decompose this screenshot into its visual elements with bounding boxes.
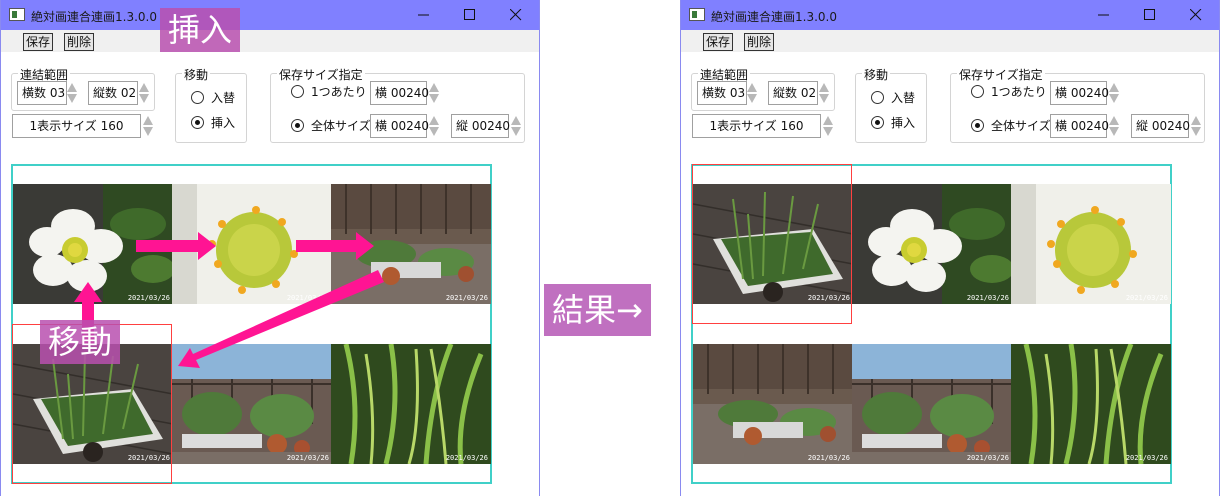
photo-cell-flower-macro[interactable]: 2021/03/26: [1011, 184, 1171, 304]
photo-thumbnail: [852, 344, 1012, 464]
horizontal-count-input[interactable]: 横数 03: [697, 81, 747, 105]
display-size-input[interactable]: 1表示サイズ 160: [692, 114, 821, 138]
vertical-count-input[interactable]: 縦数 02: [768, 81, 818, 105]
window-after: 絶対画連合連画1.3.0.0 保存 削除 連結範囲 横数 03 縦数 02 1表…: [680, 0, 1220, 496]
save-size-group-legend: 保存サイズ指定: [957, 66, 1045, 83]
photo-date-stamp: 2021/03/26: [1125, 294, 1168, 302]
overall-height-input[interactable]: 縦 00240: [1131, 114, 1190, 138]
app-icon: [689, 8, 705, 21]
right-arrow-icon: [136, 232, 216, 260]
overall-radio-label: 全体サイズ: [991, 119, 1051, 133]
photo-thumbnail: [1011, 184, 1171, 304]
delete-button[interactable]: 削除: [744, 33, 775, 51]
insert-annotation-label: 挿入: [160, 8, 241, 52]
move-annotation-label: 移動: [40, 320, 121, 364]
selected-cell-frame: [692, 164, 852, 324]
minimize-icon: [1098, 14, 1109, 16]
overall-width-input[interactable]: 横 00240: [1050, 114, 1109, 138]
swap-radio[interactable]: 入替: [871, 90, 915, 106]
title-bar[interactable]: 絶対画連合連画1.3.0.0: [681, 0, 1219, 30]
radio-dot: [971, 85, 984, 98]
photo-cell-pots-fence[interactable]: 2021/03/26: [852, 344, 1012, 464]
save-button[interactable]: 保存: [703, 33, 734, 51]
photo-cell-patio-pots[interactable]: 2021/03/26: [693, 344, 853, 464]
result-annotation-label: 結果→: [544, 284, 651, 336]
radio-dot: [871, 116, 884, 129]
diagonal-arrow-icon: [178, 270, 384, 368]
photo-thumbnail: [693, 344, 853, 464]
per-one-radio[interactable]: 1つあたり: [971, 84, 1047, 100]
window-title: 絶対画連合連画1.3.0.0: [711, 10, 837, 24]
photo-thumbnail: [852, 184, 1012, 304]
move-group-legend: 移動: [862, 66, 891, 83]
maximize-button[interactable]: [1127, 0, 1173, 30]
display-size-stepper[interactable]: [823, 114, 833, 138]
minimize-button[interactable]: [1081, 0, 1127, 30]
insert-radio-label: 挿入: [891, 116, 916, 130]
photo-date-stamp: 2021/03/26: [966, 454, 1009, 462]
close-icon: [1190, 9, 1202, 21]
per-one-width-input[interactable]: 横 00240: [1050, 81, 1109, 105]
right-arrow-icon: [296, 232, 374, 260]
photo-date-stamp: 2021/03/26: [807, 454, 850, 462]
radio-dot: [871, 91, 884, 104]
swap-radio-label: 入替: [891, 91, 916, 105]
menu-bar: 保存 削除: [681, 30, 1219, 52]
close-button[interactable]: [1173, 0, 1219, 30]
maximize-icon: [1144, 9, 1155, 20]
vertical-count-stepper[interactable]: [819, 81, 829, 105]
photo-date-stamp: 2021/03/26: [1125, 454, 1168, 462]
photo-date-stamp: 2021/03/26: [966, 294, 1009, 302]
photo-cell-flower-closeup[interactable]: 2021/03/26: [852, 184, 1012, 304]
photo-cell-garlic-leaves[interactable]: 2021/03/26: [1011, 344, 1171, 464]
move-arrows-overlay: [74, 232, 384, 368]
per-one-width-stepper[interactable]: [1109, 81, 1119, 105]
overall-radio[interactable]: 全体サイズ: [971, 118, 1051, 134]
overall-width-stepper[interactable]: [1109, 114, 1119, 138]
horizontal-count-stepper[interactable]: [747, 81, 757, 105]
move-group: 移動: [855, 66, 927, 143]
radio-dot: [971, 119, 984, 132]
insert-radio[interactable]: 挿入: [871, 115, 915, 131]
overall-height-stepper[interactable]: [1191, 114, 1201, 138]
photo-thumbnail: [1011, 344, 1171, 464]
per-one-radio-label: 1つあたり: [991, 85, 1047, 99]
